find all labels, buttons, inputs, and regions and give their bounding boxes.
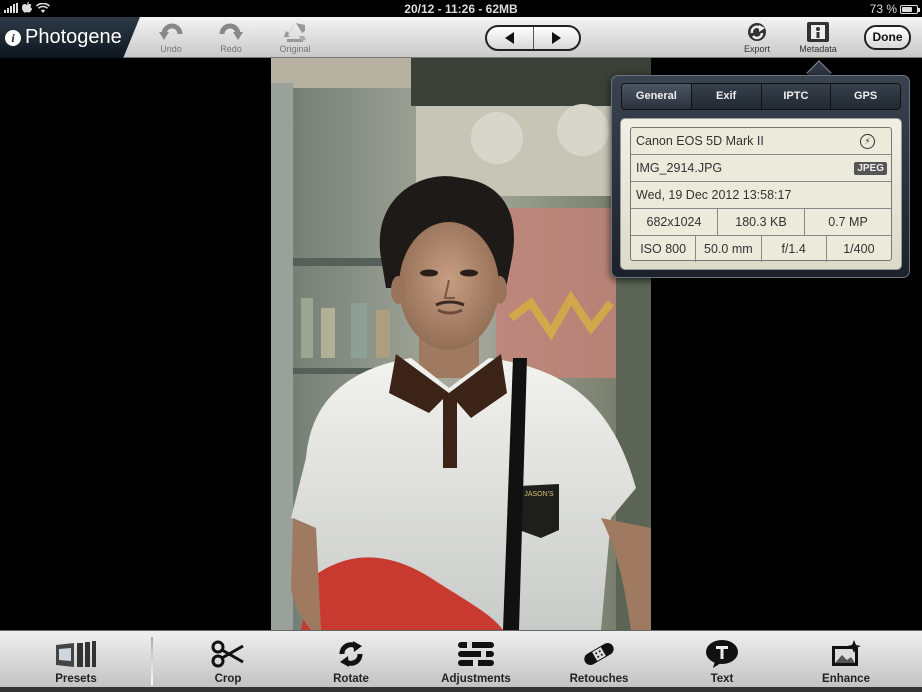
format-badge: JPEG <box>854 162 887 175</box>
export-button[interactable]: Export <box>727 20 787 54</box>
camera-row: Canon EOS 5D Mark II ⚡ <box>631 128 891 155</box>
redo-label: Redo <box>220 44 242 54</box>
metadata-label: Metadata <box>799 44 837 54</box>
iso-value: ISO 800 <box>640 242 687 256</box>
app-title: Photogene <box>25 26 122 48</box>
scissors-icon <box>211 640 244 668</box>
triangle-left-icon <box>504 32 514 44</box>
svg-text:JASON'S: JASON'S <box>524 491 554 498</box>
next-image-button[interactable] <box>532 27 580 49</box>
general-info-card: Canon EOS 5D Mark II ⚡ IMG_2914.JPG JPEG… <box>630 127 892 262</box>
rotate-button[interactable]: Rotate <box>301 635 401 685</box>
crop-button[interactable]: Crop <box>178 635 278 685</box>
toolbar-divider <box>151 637 153 685</box>
metadata-icon <box>807 22 829 42</box>
camera-model: Canon EOS 5D Mark II <box>636 134 764 148</box>
tab-general[interactable]: General <box>622 84 691 109</box>
date-row: Wed, 19 Dec 2012 13:58:17 <box>631 182 891 209</box>
undo-icon <box>159 23 183 40</box>
battery-fill <box>902 6 913 12</box>
tab-exif[interactable]: Exif <box>690 84 761 109</box>
original-label: Original <box>279 44 311 54</box>
image-navigation <box>485 25 581 51</box>
battery-icon <box>900 4 920 14</box>
file-name: IMG_2914.JPG <box>636 161 723 175</box>
undo-label: Undo <box>160 44 182 54</box>
sliders-icon <box>458 641 494 667</box>
rotate-icon <box>339 641 363 667</box>
status-right: 73 % <box>869 2 920 16</box>
filename-row: IMG_2914.JPG JPEG <box>631 155 891 182</box>
presets-button[interactable]: Presets <box>26 635 126 685</box>
bandage-icon <box>584 643 614 665</box>
undo-button[interactable]: Undo <box>141 20 201 54</box>
portrait-photo: JASON'S <box>271 58 651 630</box>
top-toolbar: i Photogene Undo Redo Original Export Me… <box>0 17 922 58</box>
redo-icon <box>219 23 243 40</box>
redo-button[interactable]: Redo <box>201 20 261 54</box>
previous-image-button[interactable] <box>487 27 533 49</box>
metadata-panel: Canon EOS 5D Mark II ⚡ IMG_2914.JPG JPEG… <box>620 118 902 270</box>
focal-length: 50.0 mm <box>695 236 760 262</box>
presets-icon <box>56 641 96 667</box>
presets-label: Presets <box>55 673 97 685</box>
metadata-tabs: General Exif IPTC GPS <box>621 83 901 110</box>
info-icon: i <box>5 29 21 46</box>
photo-canvas[interactable]: JASON'S <box>271 58 651 630</box>
metadata-button[interactable]: Metadata <box>788 20 848 54</box>
aperture: f/1.4 <box>760 236 826 262</box>
battery-percent: 73 % <box>869 2 897 16</box>
enhance-label: Enhance <box>822 673 870 685</box>
capture-date: Wed, 19 Dec 2012 13:58:17 <box>636 188 792 202</box>
app-brand[interactable]: i Photogene <box>0 17 140 58</box>
metadata-popover: General Exif IPTC GPS Canon EOS 5D Mark … <box>611 75 910 278</box>
bottom-strip <box>0 687 922 692</box>
image-dimensions: 682x1024 <box>646 215 702 229</box>
shutter-speed: 1/400 <box>825 236 891 262</box>
retouches-button[interactable]: Retouches <box>549 635 649 685</box>
enhance-button[interactable]: Enhance <box>796 635 896 685</box>
exposure-row: ISO 800 50.0 mm f/1.4 1/400 <box>631 236 891 262</box>
enhance-icon <box>832 640 861 666</box>
retouches-label: Retouches <box>569 673 629 685</box>
file-size: 180.3 KB <box>717 209 804 235</box>
size-row: 682x1024 180.3 KB 0.7 MP <box>631 209 891 236</box>
original-button[interactable]: Original <box>265 20 325 54</box>
done-button[interactable]: Done <box>864 25 911 50</box>
flash-icon: ⚡ <box>860 134 875 149</box>
text-button[interactable]: Text <box>672 635 772 685</box>
text-bubble-icon <box>706 640 738 668</box>
text-label: Text <box>710 673 734 685</box>
export-icon <box>748 23 766 41</box>
status-datetime: 20/12 - 11:26 - 62MB <box>404 2 518 16</box>
tab-gps[interactable]: GPS <box>830 84 900 109</box>
recycle-icon <box>284 23 306 42</box>
adjustments-button[interactable]: Adjustments <box>426 635 526 685</box>
status-bar: 20/12 - 11:26 - 62MB 73 % <box>0 0 922 17</box>
bottom-toolbar: Presets Crop Rotate Adjustments Retouche… <box>0 630 922 692</box>
tab-iptc[interactable]: IPTC <box>760 84 831 109</box>
adjustments-label: Adjustments <box>441 673 511 685</box>
triangle-right-icon <box>552 32 562 44</box>
crop-label: Crop <box>214 673 242 685</box>
megapixels: 0.7 MP <box>804 209 891 235</box>
rotate-label: Rotate <box>333 673 369 685</box>
export-label: Export <box>743 44 770 54</box>
